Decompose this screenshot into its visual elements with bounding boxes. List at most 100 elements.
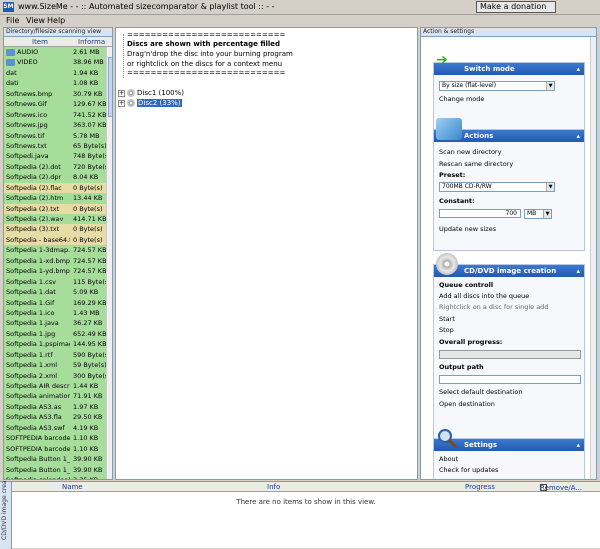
file-name: Softpedia AS3.fla	[6, 412, 70, 422]
dropdown-arrow-icon[interactable]: ▼	[546, 82, 554, 90]
disc-node-1[interactable]: + Disc1 (100%)	[118, 89, 184, 97]
file-name: Softpedia (2).dot	[6, 162, 70, 172]
preset-label: Preset:	[439, 171, 466, 179]
file-row[interactable]: Softnews.txt 65 Byte(s)	[4, 140, 106, 152]
panel-title[interactable]: Switch mode	[434, 63, 584, 75]
collapse-icon[interactable]: ▴	[576, 267, 580, 275]
file-row[interactable]: Softpedia (3).txt 0 Byte(s)	[4, 224, 106, 235]
file-row[interactable]: Softpedia 1.rtf 590 Byte(s)	[4, 349, 106, 361]
add-all-discs-link[interactable]: Add all discs into the queue	[439, 292, 529, 300]
file-row[interactable]: Softpedia Button 1_0.b39.90 KB	[4, 454, 106, 465]
expand-icon[interactable]: +	[118, 89, 125, 97]
mode-select[interactable]: By size (flat-level) ▼	[439, 81, 555, 91]
file-size: 748 Byte(s)	[73, 152, 106, 161]
file-row[interactable]: Softpedia (2).dpr 8.04 KB	[4, 172, 106, 183]
unit-select[interactable]: MB ▼	[524, 209, 552, 219]
constant-input[interactable]: 700	[439, 209, 521, 218]
pane-header: Directory/filesize scanning view	[4, 28, 112, 37]
stop-link[interactable]: Stop	[439, 326, 454, 334]
file-row[interactable]: Softpedia AS3.swf 4.19 KB	[4, 422, 106, 434]
file-row[interactable]: Softpedia (2).htm 13.44 KB	[4, 193, 106, 204]
file-list-header: Item Informa	[4, 37, 112, 47]
file-row[interactable]: Softpedia 1.ico 1.43 MB	[4, 307, 106, 319]
file-name: SOFTPEDIA barcode.pr	[6, 444, 70, 454]
actions-scrollbar[interactable]	[590, 37, 596, 479]
file-row[interactable]: Softnews.bmp 30.79 KB	[4, 88, 106, 100]
file-name-text: Softpedi.java	[6, 152, 49, 161]
menu-file[interactable]: File	[6, 16, 19, 25]
select-destination-link[interactable]: Select default destination	[439, 388, 522, 396]
file-row[interactable]: Softpedia AIR descript1.44 KB	[4, 381, 106, 392]
file-row[interactable]: Softpedia 1.jpg 652.49 KB	[4, 328, 106, 340]
file-row[interactable]: SOFTPEDIA barcode.pr1.10 KB	[4, 443, 106, 455]
file-row[interactable]: Softpedia 1.Gif 169.29 KB	[4, 297, 106, 308]
file-row[interactable]: Softpedia calendar.DA2.35 KB	[4, 474, 106, 479]
scan-new-directory-link[interactable]: Scan new directory	[439, 148, 501, 156]
file-name-text: AUDIO	[17, 48, 39, 56]
file-row[interactable]: Softpedia 1.xml 59 Byte(s)	[4, 360, 106, 371]
file-size: 724.57 KB	[73, 267, 106, 276]
file-row[interactable]: Softpedia 1-xd.bmp 724.57 KB	[4, 255, 106, 267]
start-link[interactable]: Start	[439, 315, 455, 323]
collapse-icon[interactable]: ▴	[576, 441, 580, 449]
update-sizes-link[interactable]: Update new sizes	[439, 225, 496, 233]
file-row[interactable]: AUDIO 2.61 MB	[4, 47, 106, 58]
menu-view[interactable]: View	[26, 16, 45, 25]
file-size: 2.61 MB	[73, 48, 100, 56]
file-row[interactable]: dat 1.94 KB	[4, 67, 106, 79]
donate-button[interactable]: Make a donation	[476, 1, 556, 13]
file-row[interactable]: Softpedia 1.csv 115 Byte(s)	[4, 276, 106, 288]
file-row[interactable]: VIDEO 38.96 MB	[4, 57, 106, 68]
disc-icon	[127, 89, 135, 97]
queue-control-label: Queue controll	[439, 281, 494, 289]
disc-node-2[interactable]: + Disc2 (33%)	[118, 99, 182, 107]
file-row[interactable]: Softpedia (2).flac 0 Byte(s)	[4, 182, 106, 194]
file-row[interactable]: Softnews.ico 741.52 KB	[4, 109, 106, 121]
dropdown-arrow-icon[interactable]: ▼	[543, 210, 551, 218]
file-row[interactable]: Softpedia 2.xml 300 Byte(s)	[4, 370, 106, 381]
file-row[interactable]: Softpedia (2).txt 0 Byte(s)	[4, 203, 106, 214]
file-row[interactable]: Softpedia 1.pspimage 144.95 KB	[4, 339, 106, 350]
file-row[interactable]: Softpedia 1-3dmap.bmp724.57 KB	[4, 245, 106, 256]
output-path-input[interactable]	[439, 375, 581, 384]
change-mode-link[interactable]: Change mode	[439, 95, 484, 103]
menu-help[interactable]: Help	[47, 16, 65, 25]
file-row[interactable]: Softpedia (2).dot 720 Byte(s)	[4, 161, 106, 173]
column-info[interactable]: Informa	[78, 38, 105, 46]
file-row[interactable]: Softnews.tif 5.78 MB	[4, 130, 106, 141]
collapse-icon[interactable]: ▴	[576, 65, 580, 73]
file-row[interactable]: Softpedi.java 748 Byte(s)	[4, 151, 106, 162]
dropdown-arrow-icon[interactable]: ▼	[546, 183, 554, 191]
file-row[interactable]: Softnews.jpg 363.07 KB	[4, 120, 106, 131]
disc-label: Disc2 (33%)	[137, 99, 182, 107]
scrollbar-thumb[interactable]	[108, 57, 112, 117]
file-row[interactable]: Softpedia AS3.fla 29.50 KB	[4, 412, 106, 423]
file-row[interactable]: Softnews.Gif 129.67 KB	[4, 99, 106, 110]
file-row[interactable]: Softpedia (2).wav 414.71 KB	[4, 214, 106, 225]
file-row[interactable]: Softpedia animation.tif71.91 KB	[4, 391, 106, 402]
collapse-icon[interactable]: ▴	[576, 132, 580, 140]
file-size: 590 Byte(s)	[73, 350, 106, 359]
file-list-scrollbar[interactable]	[106, 47, 112, 479]
about-link[interactable]: About	[439, 455, 458, 463]
file-row[interactable]: Softpedia Button 1_1.b39.90 KB	[4, 464, 106, 475]
file-row[interactable]: SOFTPEDIA barcode.Pr1.10 KB	[4, 433, 106, 444]
rescan-directory-link[interactable]: Rescan same directory	[439, 160, 513, 168]
open-destination-link[interactable]: Open destination	[439, 400, 495, 408]
column-item[interactable]: Item	[32, 38, 48, 46]
vertical-tab[interactable]: CD/DVD image crea	[0, 480, 12, 549]
column-name[interactable]: Name	[62, 483, 83, 491]
file-size: 71.91 KB	[73, 392, 103, 401]
column-info[interactable]: Info	[267, 483, 280, 491]
preset-select[interactable]: 700MB CD-R/RW ▼	[439, 182, 555, 192]
file-row[interactable]: Softpedia 1.dat 5.09 KB	[4, 287, 106, 298]
file-row[interactable]: dati 1.08 KB	[4, 78, 106, 89]
column-progress[interactable]: Progress	[465, 483, 495, 491]
expand-icon[interactable]: +	[118, 99, 125, 107]
file-row[interactable]: Softpedia AS3.as 1.97 KB	[4, 401, 106, 413]
file-scan-pane: Directory/filesize scanning view Item In…	[3, 27, 113, 480]
file-row[interactable]: Softpedia - base64.txt0 Byte(s)	[4, 234, 106, 246]
file-row[interactable]: Softpedia 1-yd.bmp 724.57 KB	[4, 266, 106, 277]
file-row[interactable]: Softpedia 1.java 36.27 KB	[4, 318, 106, 329]
check-updates-link[interactable]: Check for updates	[439, 466, 498, 474]
